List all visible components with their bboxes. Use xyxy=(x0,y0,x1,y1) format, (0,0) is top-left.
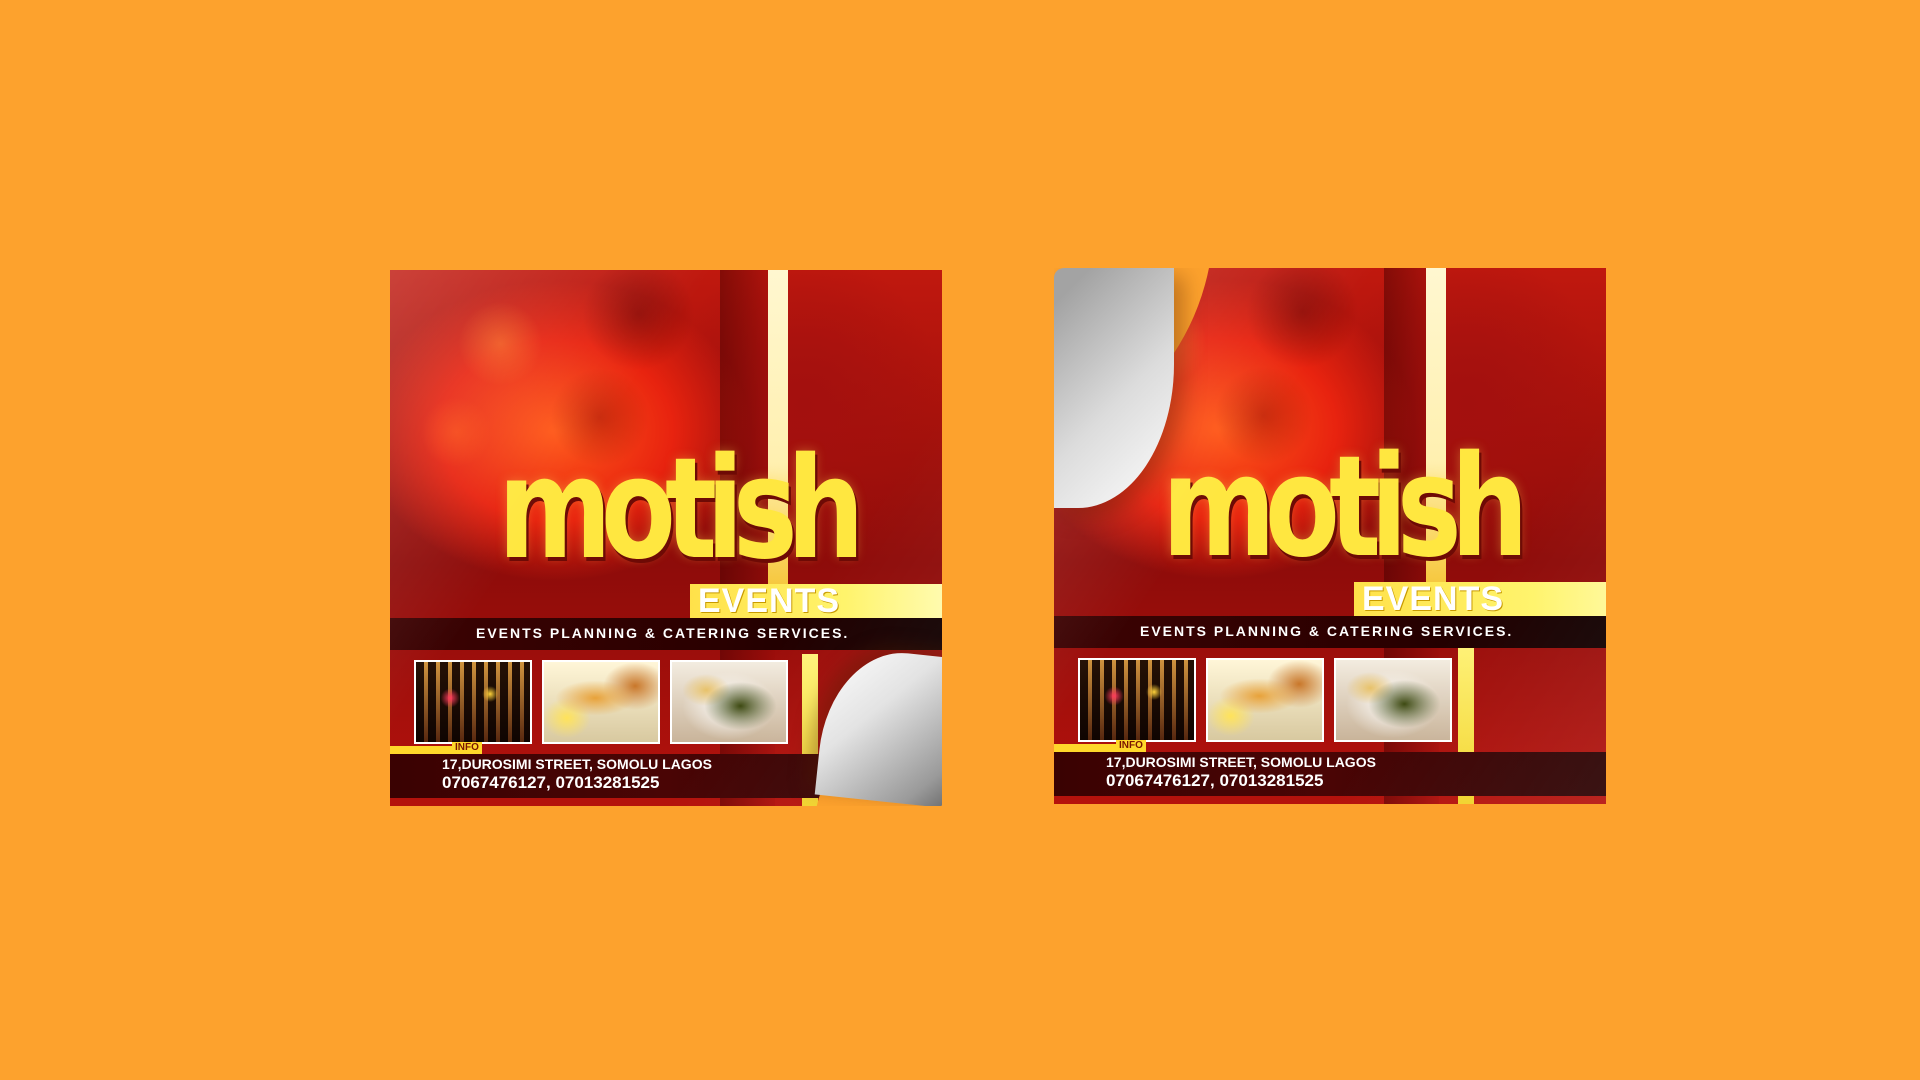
photo-event-hall xyxy=(1078,658,1196,742)
brand-wordmark: motish xyxy=(498,428,865,591)
photo-stew-dish xyxy=(670,660,788,744)
peel-flap xyxy=(814,645,942,806)
address: 17,DUROSIMI STREET, SOMOLU LAGOS xyxy=(1106,754,1376,770)
info-label: INFO xyxy=(1116,740,1146,752)
address: 17,DUROSIMI STREET, SOMOLU LAGOS xyxy=(442,756,712,772)
phone-numbers: 07067476127, 07013281525 xyxy=(1106,771,1324,790)
photo-fried-fish xyxy=(1206,658,1324,742)
photo-fried-fish xyxy=(542,660,660,744)
sticker-right: motish EVENTS EVENTS PLANNING & CATERING… xyxy=(1054,268,1606,804)
sub-brand: EVENTS xyxy=(1362,580,1505,618)
sticker-left: motish EVENTS EVENTS PLANNING & CATERING… xyxy=(390,270,942,806)
phone-numbers: 07067476127, 07013281525 xyxy=(442,773,660,792)
sub-brand: EVENTS xyxy=(698,582,841,620)
photo-event-hall xyxy=(414,660,532,744)
photo-stew-dish xyxy=(1334,658,1452,742)
info-label: INFO xyxy=(452,742,482,754)
tagline: EVENTS PLANNING & CATERING SERVICES. xyxy=(476,625,850,641)
photo-strip xyxy=(1078,658,1452,742)
brand-wordmark: motish xyxy=(1162,426,1529,589)
tagline: EVENTS PLANNING & CATERING SERVICES. xyxy=(1140,623,1514,639)
photo-strip xyxy=(414,660,788,744)
